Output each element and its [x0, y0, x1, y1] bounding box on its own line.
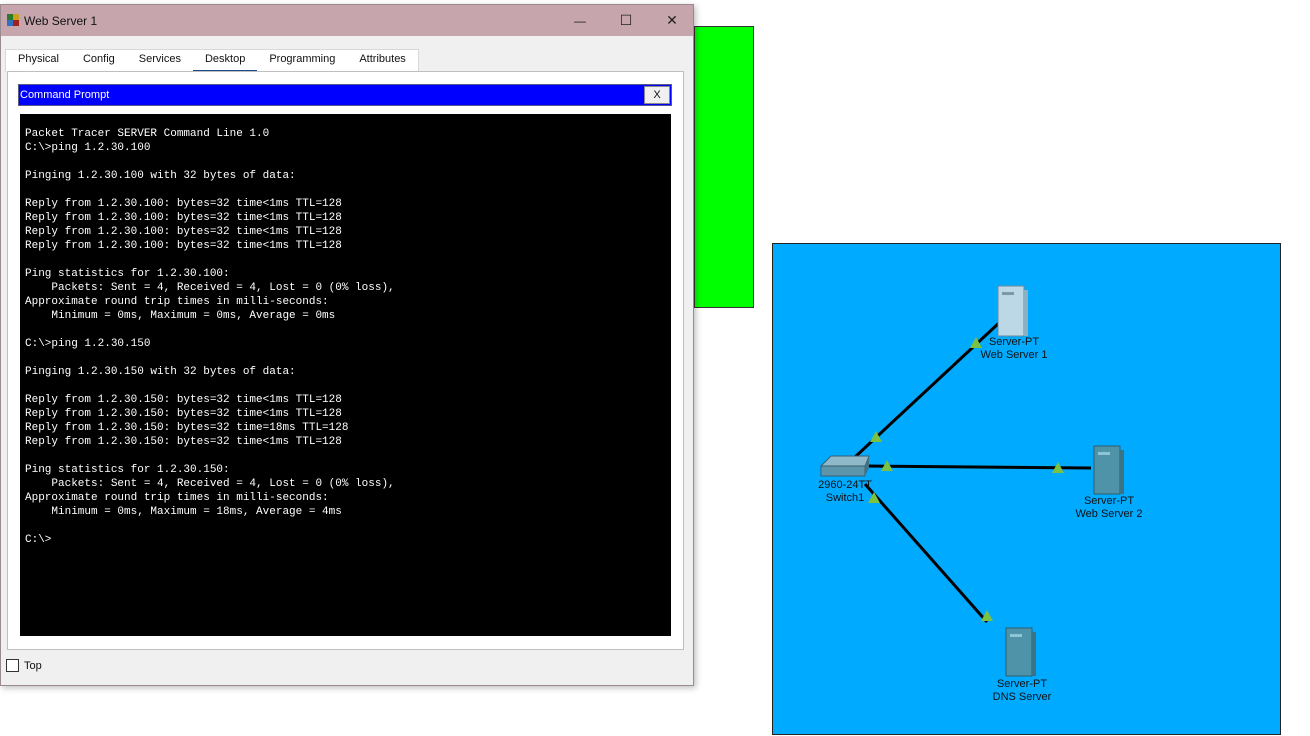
node-label-switch1: 2960-24TT Switch1	[818, 479, 872, 504]
minimize-button[interactable]: —	[557, 5, 603, 36]
device-tabs: Physical Config Services Desktop Program…	[5, 49, 419, 73]
link-switch-dns	[863, 483, 989, 623]
device-window: Web Server 1 — ☐ ✕ Physical Config Servi…	[0, 4, 694, 686]
tab-config[interactable]: Config	[71, 50, 127, 72]
network-topology-canvas[interactable]: Server-PT Web Server 1 Server-PT Web Ser…	[772, 243, 1281, 735]
minimize-icon: —	[574, 13, 586, 28]
switch1-icon	[819, 455, 870, 477]
terminal-line: Minimum = 0ms, Maximum = 0ms, Average = …	[51, 310, 336, 322]
terminal-output[interactable]: Packet Tracer SERVER Command Line 1.0 C:…	[20, 114, 671, 636]
terminal-line: Reply from 1.2.30.100: bytes=32 time<1ms…	[25, 212, 342, 224]
close-icon: ✕	[666, 12, 678, 28]
terminal-text: Packet Tracer SERVER Command Line 1.0 C:…	[25, 127, 666, 547]
window-titlebar[interactable]: Web Server 1 — ☐ ✕	[1, 5, 693, 36]
terminal-line: C:\>ping 1.2.30.100	[25, 142, 151, 154]
command-prompt-close-button[interactable]: X	[644, 86, 670, 104]
tab-desktop[interactable]: Desktop	[192, 50, 258, 73]
top-checkbox[interactable]	[6, 659, 19, 672]
terminal-line: Reply from 1.2.30.150: bytes=32 time<1ms…	[25, 408, 342, 420]
terminal-line: Packets: Sent = 4, Received = 4, Lost = …	[51, 282, 395, 294]
terminal-line: Reply from 1.2.30.100: bytes=32 time<1ms…	[25, 226, 342, 238]
tab-services[interactable]: Services	[127, 50, 193, 72]
maximize-button[interactable]: ☐	[603, 5, 649, 36]
top-checkbox-label: Top	[24, 659, 42, 672]
command-prompt-header: Command Prompt X	[18, 84, 672, 106]
command-prompt-title: Command Prompt	[20, 89, 110, 101]
terminal-line: Pinging 1.2.30.100 with 32 bytes of data…	[25, 170, 296, 182]
tab-programming[interactable]: Programming	[257, 50, 347, 72]
terminal-line: Ping statistics for 1.2.30.150:	[25, 464, 230, 476]
server-web1-icon	[997, 285, 1028, 337]
terminal-line: Reply from 1.2.30.100: bytes=32 time<1ms…	[25, 198, 342, 210]
window-title: Web Server 1	[24, 14, 98, 28]
terminal-line: Ping statistics for 1.2.30.100:	[25, 268, 230, 280]
close-button[interactable]: ✕	[649, 5, 695, 36]
terminal-line: Minimum = 0ms, Maximum = 18ms, Average =…	[51, 506, 342, 518]
tab-physical[interactable]: Physical	[6, 50, 71, 72]
terminal-line: Approximate round trip times in milli-se…	[25, 296, 329, 308]
terminal-line: Reply from 1.2.30.150: bytes=32 time<1ms…	[25, 394, 342, 406]
maximize-icon: ☐	[619, 12, 633, 28]
terminal-line: Pinging 1.2.30.150 with 32 bytes of data…	[25, 366, 296, 378]
node-label-web2: Server-PT Web Server 2	[1075, 495, 1143, 520]
server-web2-icon	[1093, 445, 1124, 495]
terminal-line: C:\>	[25, 534, 52, 546]
terminal-line: Packet Tracer SERVER Command Line 1.0	[25, 128, 270, 140]
packet-tracer-icon	[7, 14, 19, 26]
top-checkbox-row: Top	[6, 659, 42, 672]
terminal-line: Packets: Sent = 4, Received = 4, Lost = …	[51, 478, 395, 490]
tab-attributes[interactable]: Attributes	[347, 50, 417, 72]
workspace-green-area	[694, 26, 754, 308]
terminal-line: Reply from 1.2.30.150: bytes=32 time<1ms…	[25, 436, 342, 448]
server-dns-icon	[1005, 627, 1036, 677]
terminal-line: Reply from 1.2.30.100: bytes=32 time<1ms…	[25, 240, 342, 252]
node-label-web1: Server-PT Web Server 1	[980, 336, 1048, 361]
node-label-dns: Server-PT DNS Server	[992, 678, 1052, 703]
desktop-content: Command Prompt X Packet Tracer SERVER Co…	[7, 71, 684, 650]
terminal-line: Reply from 1.2.30.150: bytes=32 time=18m…	[25, 422, 349, 434]
terminal-line: C:\>ping 1.2.30.150	[25, 338, 151, 350]
terminal-line: Approximate round trip times in milli-se…	[25, 492, 329, 504]
